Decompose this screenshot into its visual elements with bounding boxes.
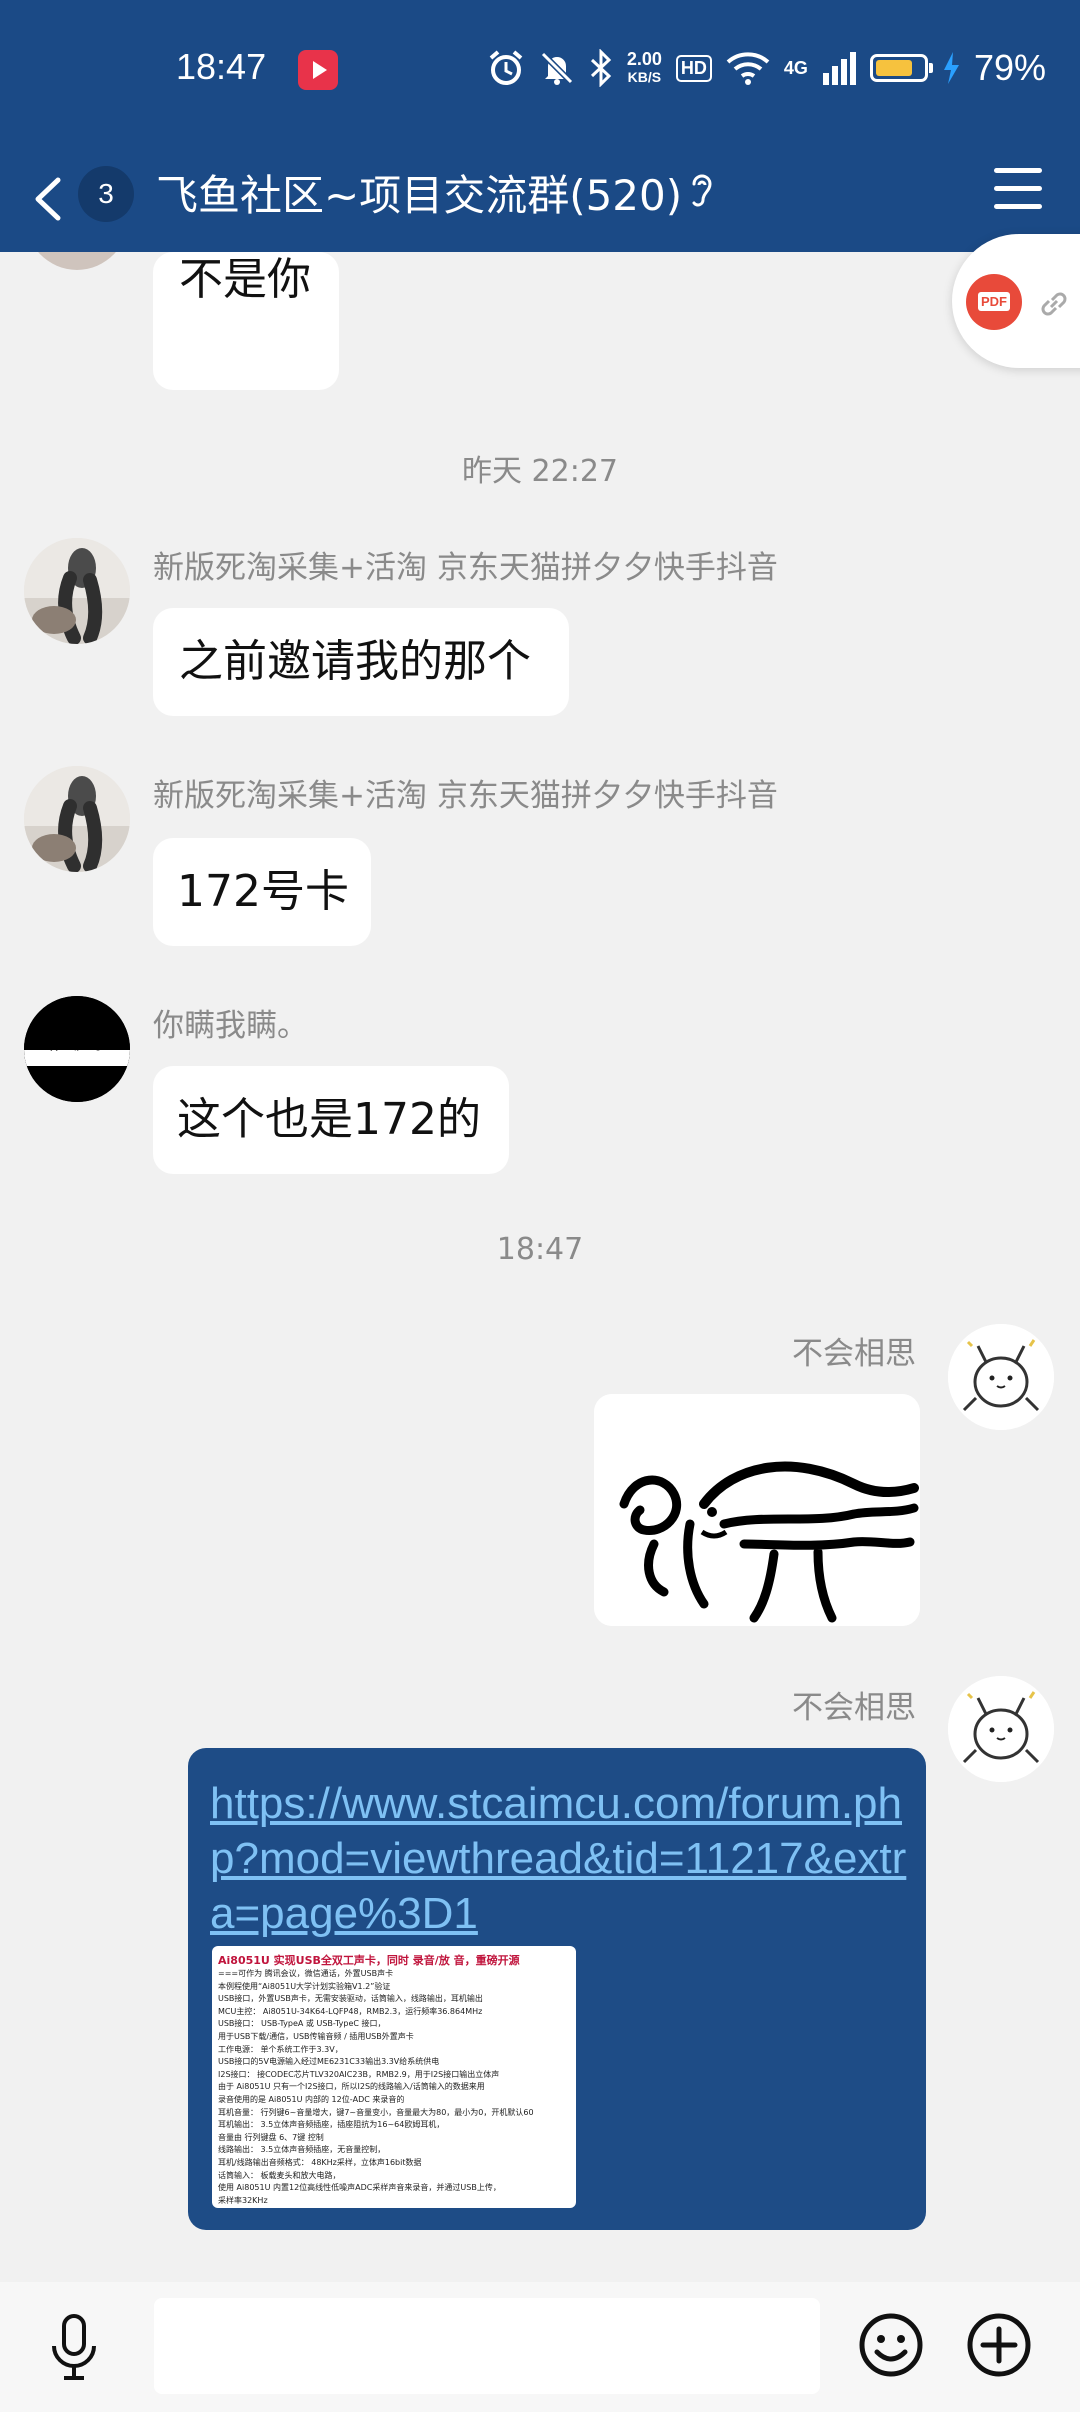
sender-name: 新版死淘采集+活淘 京东天猫拼夕夕快手抖音 [153,778,778,814]
preview-line: ===可作为 腾讯会议，微信通话，外置USB声卡 [218,1969,394,1978]
status-bar: 18:47 2.00 KB/S HD 4G 79% [0,0,1080,140]
preview-line: 采样率32KHz [218,2195,268,2205]
network-type: 4G [783,57,808,78]
back-arrow-icon[interactable] [28,176,74,222]
battery-icon [869,54,933,82]
message-text: 不是你 [179,254,311,305]
sender-name: 新版死淘采集+活淘 京东天猫拼夕夕快手抖音 [153,550,778,586]
preview-line: USB接口，外置USB声卡，无需安装驱动，话筒输入，线路输出，耳机输出 [218,1994,483,2004]
sender-avatar[interactable] [24,538,130,644]
chat-header: 3 飞鱼社区~项目交流群(520) [0,140,1080,252]
preview-line: 线路输出： 3.5立体声音频插座，无音量控制， [218,2145,386,2155]
menu-icon[interactable] [994,168,1042,212]
status-icons: 2.00 KB/S HD 4G 79% [487,44,1046,92]
preview-line: 耳机/线路输出音频格式： 48KHz采样，立体声16bit数据 [218,2157,422,2167]
signal-icon [822,52,856,85]
input-bar [0,2282,1080,2412]
message-text: 之前邀请我的那个 [179,636,531,687]
message-text: 172号卡 [177,866,349,917]
unread-badge[interactable]: 3 [78,166,134,222]
message-bubble[interactable]: 之前邀请我的那个 [153,608,569,716]
preview-document: Ai8051U 实现USB全双工声卡，同时 录音/放 音，重磅开源 ===可作为… [212,1946,576,2207]
sticker-image[interactable] [594,1394,920,1626]
preview-line: I2S接口： 接CODEC芯片TLV320AIC23B，RMB2.9，用于I2S… [218,2069,500,2079]
alarm-icon [489,50,523,85]
preview-line: 本例程使用“Ai8051U大学计划实验箱V1.2”验证 [218,1981,391,1991]
status-time: 18:47 [176,46,267,87]
preview-line: USB接口的5V电源输入经过ME6231C33输出3.3V给系统供电 [218,2057,440,2067]
timestamp: 昨天 22:27 [462,454,618,489]
preview-lines: ===可作为 腾讯会议，微信通话，外置USB声卡 本例程使用“Ai8051U大学计… [218,1968,570,2207]
sender-avatar[interactable] [24,766,130,872]
preview-line: 耳机音量： 行列键6~音量增大，键7~音量变小，音量最大为80，最小为0，开机默… [218,2107,534,2117]
bluetooth-icon [590,49,612,87]
add-icon[interactable] [966,2312,1032,2378]
sender-name: 你瞒我瞒。 [153,1008,308,1044]
ear-icon [692,174,712,207]
pdf-icon[interactable]: PDF [966,274,1022,330]
link-icon[interactable] [1036,286,1072,322]
preview-line: 使用 Ai8051U 内置12位高线性低噪声ADC采样声音来录音，并通过USB上… [218,2183,501,2193]
video-app-icon [298,50,338,90]
link-preview-image[interactable]: Ai8051U 实现USB全双工声卡，同时 录音/放 音，重磅开源 ===可作为… [212,1946,576,2208]
microphone-icon[interactable] [46,2312,102,2382]
sender-name: 不会相思 [792,1336,916,1372]
preview-line: 工作电源： 单个系统工作于3.3V， [218,2044,343,2054]
sender-name: 不会相思 [792,1690,916,1726]
message-bubble[interactable]: 不是你 [153,252,339,390]
mute-icon [540,51,573,85]
message-link[interactable]: https://www.stcaimcu.com/forum.php?mod=v… [210,1776,910,1941]
hd-icon: HD [675,54,712,82]
sender-avatar[interactable] [24,996,130,1102]
preview-line: USB接口： USB-TypeA 或 USB-TypeC 接口， [218,2019,386,2029]
preview-heading: Ai8051U 实现USB全双工声卡，同时 录音/放 音，重磅开源 [218,1954,520,1967]
self-avatar[interactable] [948,1676,1054,1782]
message-bubble[interactable]: 这个也是172的 [153,1066,509,1174]
message-bubble[interactable]: 172号卡 [153,838,371,946]
preview-line: MCU主控： Ai8051U-34K64-LQFP48，RMB2.3，运行频率3… [218,2006,483,2016]
message-text: 这个也是172的 [177,1094,481,1145]
wifi-icon [726,52,770,85]
net-speed: 2.00 KB/S [626,49,662,85]
emoji-icon[interactable] [858,2312,924,2378]
self-avatar[interactable] [948,1324,1054,1430]
link-message-bubble[interactable]: https://www.stcaimcu.com/forum.php?mod=v… [188,1748,926,2230]
timestamp: 18:47 [496,1232,584,1267]
group-title: 飞鱼社区~项目交流群(520) [156,171,683,220]
battery-percent: 79% [973,47,1046,88]
preview-line: 由于 Ai8051U 只有一个I2S接口，所以I2S的线路输入/话筒输入的数据来… [218,2082,485,2092]
preview-line: 用于USB下载/通信，USB传输音频 / 插用USB外置声卡 [218,2031,414,2041]
preview-line: 话筒输入： 板载麦头和放大电路， [218,2170,341,2180]
preview-line: 录音使用的是 Ai8051U 内部的 12位-ADC 来录音的 [218,2094,405,2104]
floating-tool-panel[interactable]: PDF [952,234,1080,368]
message-input[interactable] [154,2298,820,2394]
preview-line: 耳机输出： 3.5立体声音频插座，插座阻抗为16~64欧姆耳机， [218,2120,445,2130]
charging-icon [943,52,959,84]
preview-line: 音量由 行列键盘 6、7键 控制 [218,2132,324,2142]
